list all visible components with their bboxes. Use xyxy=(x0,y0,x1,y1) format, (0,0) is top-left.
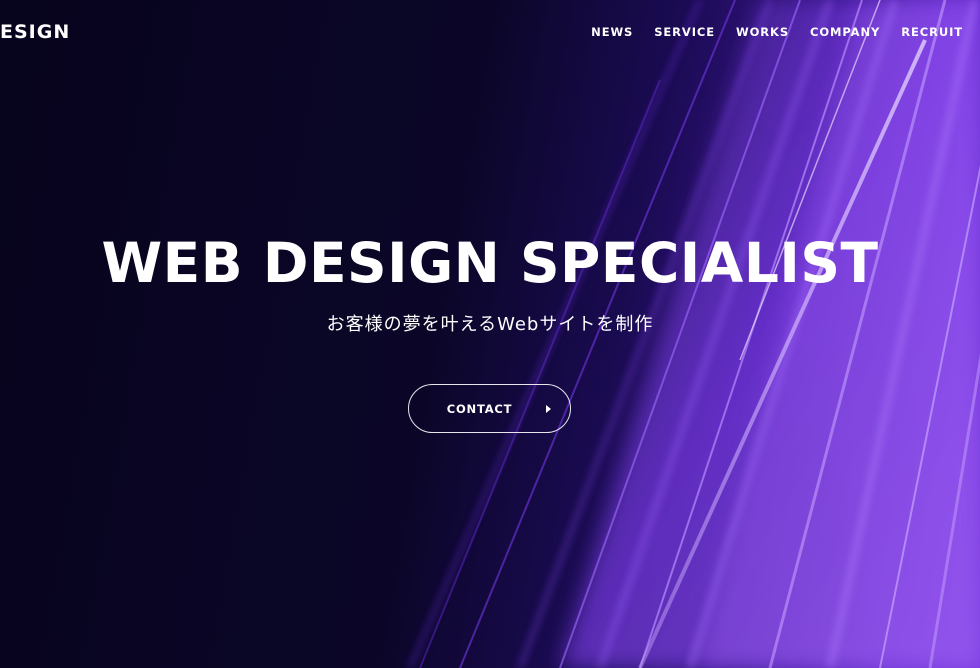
nav-link-service[interactable]: SERVICE xyxy=(654,24,715,40)
contact-button-label: CONTACT xyxy=(446,401,513,416)
hero-headline: WEB DESIGN SPECIALIST xyxy=(101,231,879,295)
nav-link-recruit[interactable]: RECRUIT xyxy=(901,24,963,40)
nav-link-news[interactable]: NEWS xyxy=(591,24,633,40)
main-nav: NEWS SERVICE WORKS COMPANY RECRUIT xyxy=(591,24,963,40)
hero-section: ESIGN NEWS SERVICE WORKS COMPANY RECRUIT… xyxy=(0,0,980,668)
nav-link-works[interactable]: WORKS xyxy=(736,24,789,40)
contact-button[interactable]: CONTACT xyxy=(408,384,571,433)
nav-link-company[interactable]: COMPANY xyxy=(810,24,880,40)
caret-right-icon xyxy=(546,404,551,413)
site-logo[interactable]: ESIGN xyxy=(0,20,70,44)
hero-subtitle: お客様の夢を叶えるWebサイトを制作 xyxy=(326,314,654,335)
